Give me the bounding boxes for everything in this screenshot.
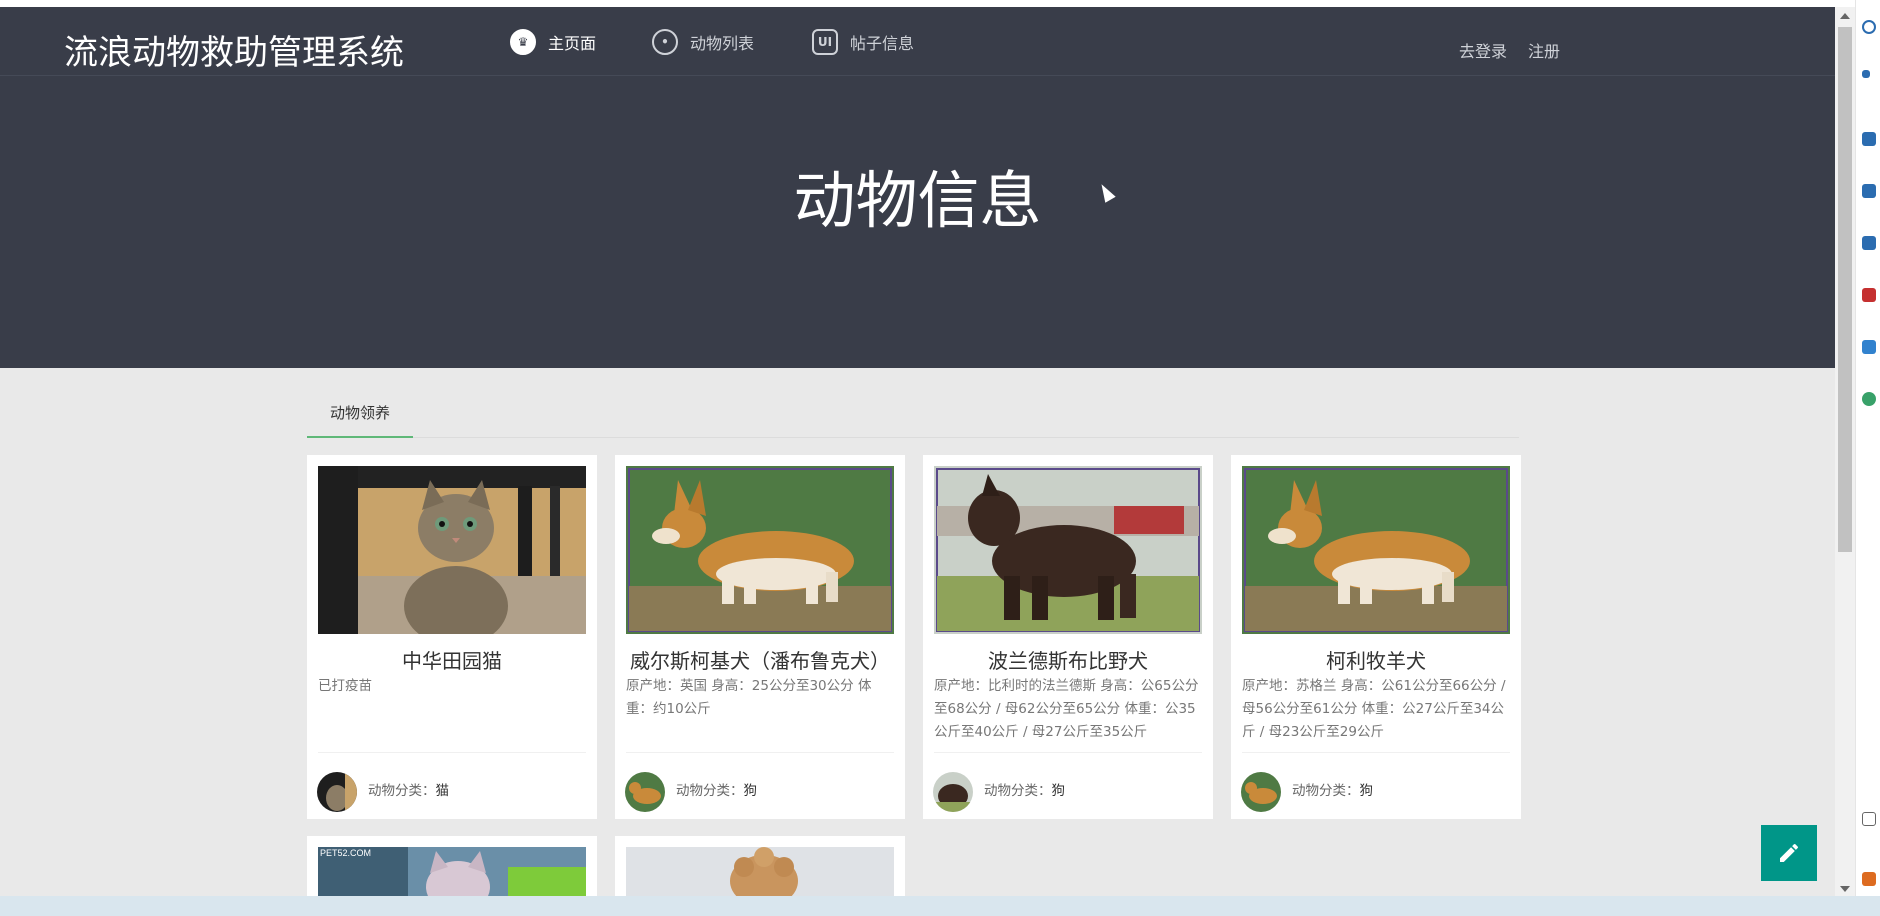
animal-description: 原产地：比利时的法兰德斯 身高：公65公分至68公分 / 母62公分至65公分 … [934,678,1199,740]
animal-description: 原产地：英国 身高：25公分至30公分 体重：约10公斤 [626,678,872,717]
avatar [933,772,973,812]
animal-card[interactable] [615,836,905,896]
animal-name[interactable]: 中华田园猫 [307,645,597,674]
card-divider [1242,752,1510,753]
search-icon[interactable] [1862,20,1876,34]
nav-label-posts: 帖子信息 [850,34,915,53]
scrollbar[interactable] [1835,7,1855,896]
hero-title: 动物信息 [793,164,1042,237]
corgi-photo[interactable] [1242,466,1510,634]
sidebar-tool-icon[interactable] [1862,288,1876,302]
animal-description: 原产地：苏格兰 身高：公61公分至66公分 / 母56公分至61公分 体重：公2… [1242,678,1506,740]
page-header: 流浪动物救助管理系统 ♛ 主页面 • 动物列表 UI 帖子信息 去登录 注册 动… [0,7,1835,368]
nav-item-posts[interactable]: UI 帖子信息 [812,29,914,55]
sidebar-tool-icon[interactable] [1862,70,1870,78]
sidebar-tool-icon[interactable] [1862,812,1876,826]
scroll-down-arrow-icon[interactable] [1840,886,1850,892]
browser-top-strip [0,0,1880,7]
category-value: 狗 [743,783,758,799]
animal-card[interactable]: 波兰德斯布比野犬 原产地：比利时的法兰德斯 身高：公65公分至68公分 / 母6… [923,455,1213,819]
animal-card[interactable]: PET52.COM [307,836,597,896]
scroll-up-arrow-icon[interactable] [1840,13,1850,19]
avatar [625,772,665,812]
avatar [1241,772,1281,812]
kitten-photo[interactable]: PET52.COM [318,847,586,896]
card-divider [626,752,894,753]
nav-item-animal-list[interactable]: • 动物列表 [652,29,754,55]
animal-category: 动物分类：狗 [676,779,757,799]
photo-watermark: PET52.COM [320,848,371,858]
category-label: 动物分类： [1292,783,1360,799]
poodle-photo[interactable] [626,847,894,896]
category-value: 猫 [435,783,450,799]
ui-icon: UI [812,29,838,55]
animal-name[interactable]: 威尔斯柯基犬（潘布鲁克犬） [615,645,905,674]
login-link[interactable]: 去登录 [1459,38,1507,62]
animal-category: 动物分类：猫 [368,779,449,799]
animal-name[interactable]: 波兰德斯布比野犬 [923,645,1213,674]
category-label: 动物分类： [676,783,744,799]
tab-bar: 动物领养 [307,398,1519,438]
corgi-photo[interactable] [626,466,894,634]
category-value: 狗 [1359,783,1374,799]
cat-photo[interactable] [318,466,586,634]
tab-animal-adoption[interactable]: 动物领养 [307,398,413,438]
animal-card[interactable]: 柯利牧羊犬 原产地：苏格兰 身高：公61公分至66公分 / 母56公分至61公分… [1231,455,1521,819]
bouvier-photo[interactable] [934,466,1202,634]
avatar [317,772,357,812]
sidebar-tool-icon[interactable] [1862,184,1876,198]
browser-side-panel [1855,0,1880,916]
register-link[interactable]: 注册 [1528,38,1560,62]
nav-item-home[interactable]: ♛ 主页面 [510,29,596,55]
sidebar-tool-icon[interactable] [1862,236,1876,250]
site-logo[interactable]: 流浪动物救助管理系统 [64,25,404,74]
category-label: 动物分类： [368,783,436,799]
sidebar-tool-icon[interactable] [1862,872,1876,886]
os-taskbar [0,896,1880,916]
animal-card[interactable]: 威尔斯柯基犬（潘布鲁克犬） 原产地：英国 身高：25公分至30公分 体重：约10… [615,455,905,819]
card-divider [318,752,586,753]
sidebar-tool-icon[interactable] [1862,340,1876,354]
pencil-icon [1780,843,1799,862]
animal-card[interactable]: 中华田园猫 已打疫苗 动物分类：猫 [307,455,597,819]
nav-label-home: 主页面 [548,34,597,53]
sidebar-tool-icon[interactable] [1862,132,1876,146]
animal-name[interactable]: 柯利牧羊犬 [1231,645,1521,674]
crown-icon: ♛ [510,29,536,55]
top-nav: 流浪动物救助管理系统 ♛ 主页面 • 动物列表 UI 帖子信息 去登录 注册 [0,7,1835,76]
edit-fab-button[interactable] [1761,825,1817,881]
animal-category: 动物分类：狗 [1292,779,1373,799]
animal-category: 动物分类：狗 [984,779,1065,799]
category-label: 动物分类： [984,783,1052,799]
category-value: 狗 [1051,783,1066,799]
pet-icon: • [652,29,678,55]
sidebar-tool-icon[interactable] [1862,392,1876,406]
card-divider [934,752,1202,753]
nav-label-animal-list: 动物列表 [690,34,755,53]
scrollbar-thumb[interactable] [1838,27,1852,552]
animal-description: 已打疫苗 [318,678,372,694]
